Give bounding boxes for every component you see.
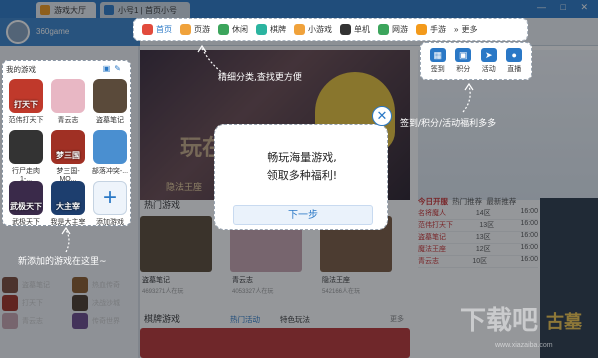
nav-single[interactable]: 单机 (340, 24, 370, 35)
game-tile[interactable]: 青云志 (48, 79, 88, 127)
arrow-icon (462, 82, 474, 113)
game-thumb (93, 130, 127, 164)
mobilegame-icon (416, 24, 427, 35)
close-icon[interactable]: ✕ (372, 106, 392, 126)
thumb-logo: 大主宰 (56, 202, 80, 211)
nav-label: 手游 (430, 25, 446, 34)
added-games-hint: 新添加的游戏在这里~ (18, 257, 107, 267)
game-tile[interactable]: 梦三国 梦三国-MO... (48, 130, 88, 183)
game-tile[interactable]: 大主宰 我是大主宰 (48, 181, 88, 229)
points-icon: ▣ (455, 48, 472, 62)
gamepad-icon (340, 24, 351, 35)
game-name: 我是大主宰 (50, 219, 86, 226)
game-thumb: 梦三国 (51, 130, 85, 164)
points-label: 积分 (456, 66, 471, 73)
category-nav: 首页 页游 休闲 棋牌 小游戏 单机 网游 手游 » 更多 (133, 18, 528, 41)
watermark: 下载吧 (460, 305, 539, 335)
my-games-header: 我的游戏 ▣✎ (6, 64, 127, 76)
game-grid: 打天下范伟打天下 青云志 盗墓笔记 行尸走肉1-... 梦三国 梦三国-MO...… (6, 79, 130, 229)
popup-line: 畅玩海量游戏, (267, 151, 337, 164)
calendar-icon: ▦ (429, 48, 446, 62)
game-tile[interactable]: 打天下 范伟打天下 (6, 79, 46, 127)
game-tile[interactable]: 盗墓笔记 (90, 79, 130, 127)
thumb-logo: 武极天下 (10, 202, 42, 211)
nav-label: 页游 (194, 25, 210, 34)
game-thumb: 打天下 (9, 79, 43, 113)
thumb-logo: 打天下 (14, 100, 38, 109)
game-tile[interactable]: 部落冲突-... (90, 130, 130, 178)
popup-line: 领取多种福利! (266, 169, 338, 182)
send-icon: ➤ (480, 48, 497, 62)
game-name: 武极天下 (12, 219, 40, 226)
my-games-title: 我的游戏 (6, 65, 36, 74)
nav-more[interactable]: » 更多 (454, 24, 477, 35)
casual-icon (218, 24, 229, 35)
game-name: 部落冲突-... (91, 168, 129, 175)
onlinegame-icon (378, 24, 389, 35)
game-thumb (9, 130, 43, 164)
activity-label: 活动 (481, 66, 496, 73)
cards-icon (256, 24, 267, 35)
game-name: 盗墓笔记 (96, 117, 124, 124)
webgame-icon (180, 24, 191, 35)
activity-button[interactable]: ➤ 活动 (477, 48, 501, 74)
nav-webgame[interactable]: 页游 (180, 24, 210, 35)
mic-icon: ● (506, 48, 523, 62)
nav-label: 网游 (392, 25, 408, 34)
nav-label: 首页 (156, 25, 172, 34)
nav-hint: 精细分类,查找更方便 (218, 73, 302, 83)
popup-message: 畅玩海量游戏, 领取多种福利! (215, 149, 389, 185)
game-name: 范伟打天下 (8, 117, 44, 124)
add-game-label: 添加游戏 (96, 219, 124, 226)
nav-minigame[interactable]: 小游戏 (294, 24, 332, 35)
signin-button[interactable]: ▦ 签到 (426, 48, 450, 74)
game-thumb: 大主宰 (51, 181, 85, 215)
signin-label: 签到 (430, 66, 445, 73)
nav-label: 单机 (354, 25, 370, 34)
more-icon: » (454, 25, 459, 34)
thumb-logo: 梦三国 (56, 151, 80, 160)
signin-panel: ▦ 签到 ▣ 积分 ➤ 活动 ● 直播 (420, 42, 532, 80)
minigame-icon (294, 24, 305, 35)
nav-online[interactable]: 网游 (378, 24, 408, 35)
next-step-button[interactable]: 下一步 (233, 205, 373, 225)
nav-home[interactable]: 首页 (142, 24, 172, 35)
home-icon (142, 24, 153, 35)
game-tile[interactable]: 行尸走肉1-... (6, 130, 46, 183)
game-thumb: 武极天下 (9, 181, 43, 215)
arrow-icon (61, 226, 71, 253)
game-thumb (93, 79, 127, 113)
nav-casual[interactable]: 休闲 (218, 24, 248, 35)
arrow-icon (197, 44, 225, 75)
add-game-button[interactable]: + 添加游戏 (90, 181, 130, 229)
nav-label: 休闲 (232, 25, 248, 34)
game-tile[interactable]: 武极天下 武极天下 (6, 181, 46, 229)
nav-label: 小游戏 (308, 25, 332, 34)
my-games-panel: 我的游戏 ▣✎ 打天下范伟打天下 青云志 盗墓笔记 行尸走肉1-... 梦三国梦… (2, 60, 131, 226)
game-name: 青云志 (57, 117, 79, 124)
nav-mobile[interactable]: 手游 (416, 24, 446, 35)
guide-popup: 畅玩海量游戏, 领取多种福利! 下一步 (214, 124, 388, 230)
panel-tool-icons[interactable]: ▣✎ (103, 64, 125, 73)
watermark-url: www.xiazaiba.com (495, 342, 553, 349)
nav-cards[interactable]: 棋牌 (256, 24, 286, 35)
nav-label: 更多 (461, 25, 478, 34)
live-label: 直播 (507, 66, 522, 73)
plus-icon: + (93, 181, 127, 215)
live-button[interactable]: ● 直播 (502, 48, 526, 74)
points-button[interactable]: ▣ 积分 (451, 48, 475, 74)
game-thumb (51, 79, 85, 113)
nav-label: 棋牌 (270, 25, 286, 34)
signin-hint: 签到/积分/活动福利多多 (400, 119, 497, 129)
